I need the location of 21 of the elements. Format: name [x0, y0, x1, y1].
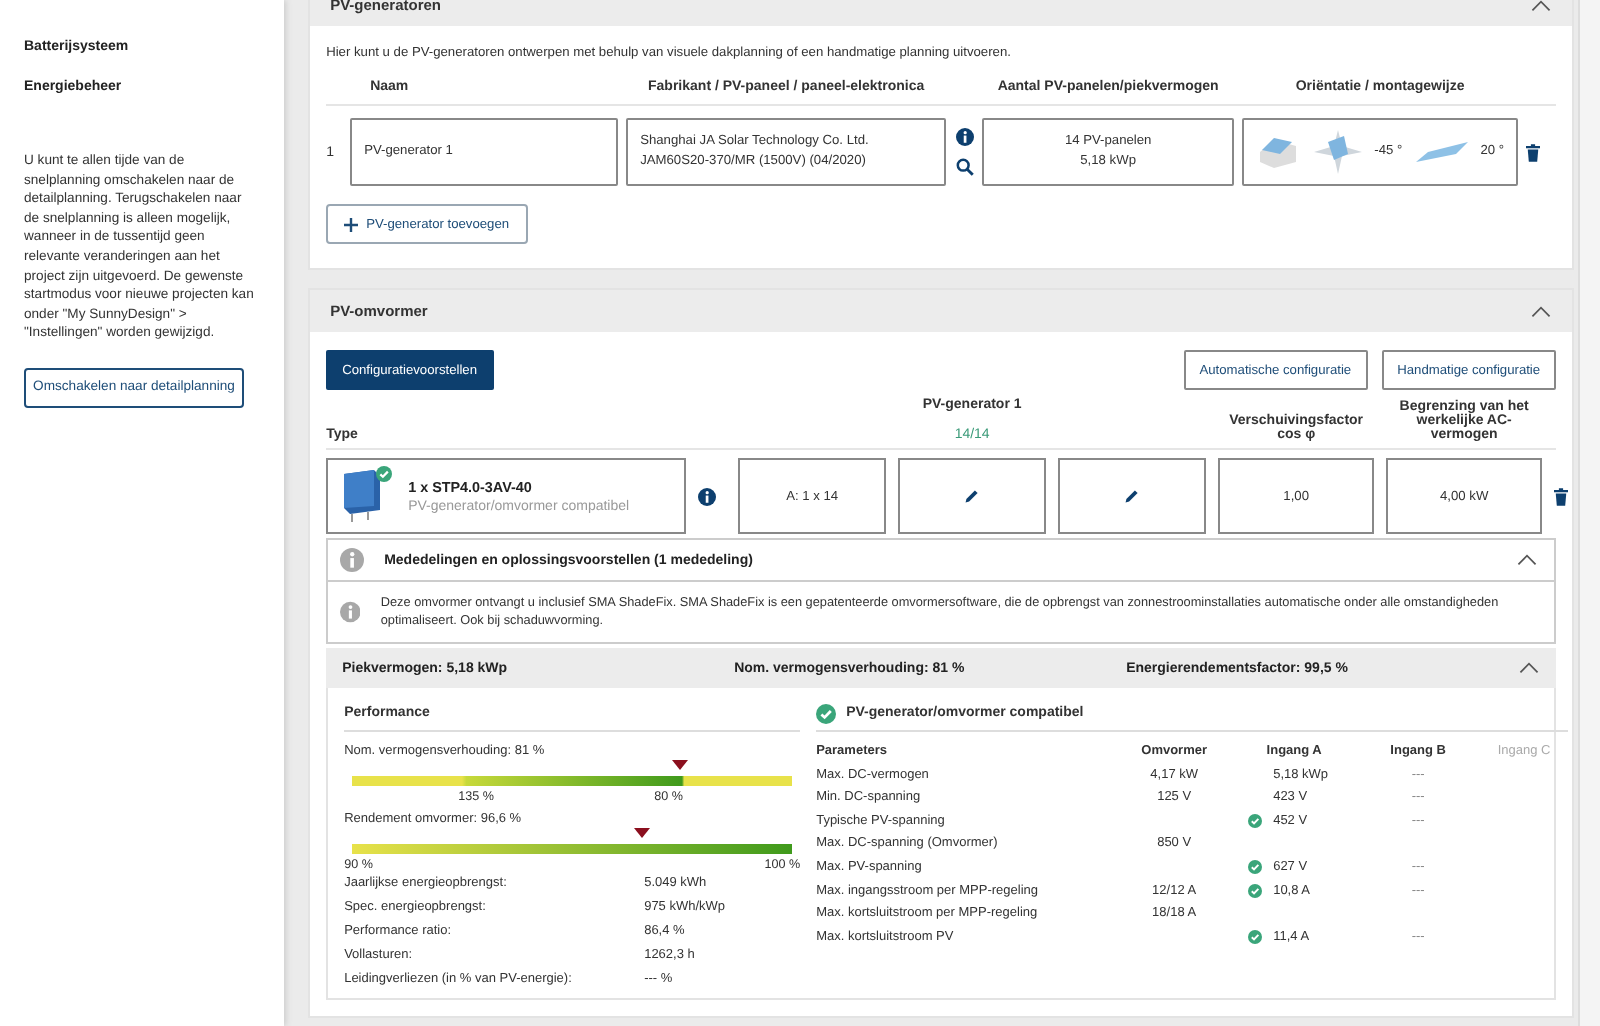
plus-icon [344, 217, 359, 231]
collapse-icon[interactable] [1530, 305, 1553, 317]
edit-field[interactable] [1058, 458, 1207, 534]
edit-icon [964, 488, 981, 504]
delete-icon[interactable] [1526, 143, 1541, 161]
info-icon[interactable] [955, 128, 974, 146]
inverter-icon [340, 466, 385, 522]
collapse-icon[interactable] [1530, 0, 1553, 11]
collapse-icon[interactable] [1518, 662, 1541, 674]
info-icon[interactable] [698, 487, 717, 505]
check-icon [816, 703, 837, 723]
delete-icon[interactable] [1554, 487, 1569, 505]
edit-icon [1124, 488, 1141, 504]
tilted-panel-icon [1415, 142, 1468, 162]
search-icon[interactable] [955, 158, 974, 176]
compass-icon [1313, 130, 1362, 174]
collapse-icon[interactable] [1516, 554, 1539, 566]
info-icon [340, 548, 365, 572]
house-icon [1256, 134, 1301, 170]
info-icon [340, 600, 361, 624]
edit-field[interactable] [898, 458, 1047, 534]
